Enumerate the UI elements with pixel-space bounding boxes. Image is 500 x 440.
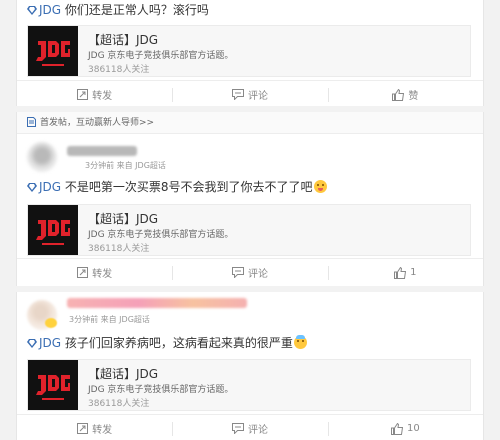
post-body: 你们还是正常人吗？滚行吗 bbox=[64, 3, 209, 17]
emoji-icon bbox=[293, 335, 307, 349]
username-blurred[interactable] bbox=[67, 146, 137, 156]
topic-description: JDG 京东电子竞技俱乐部官方话题。 bbox=[88, 51, 234, 61]
post-card-3: 3分钟前 来自 JDG超话 JDG 孩子们回家养病吧，这病看起来真的很严重 【超… bbox=[16, 292, 484, 440]
comment-label: 评论 bbox=[247, 425, 268, 436]
post-body: 孩子们回家养病吧，这病看起来真的很严重 bbox=[64, 336, 293, 350]
topic-title: 【超话】JDG bbox=[88, 367, 159, 381]
topic-title: 【超话】JDG bbox=[88, 212, 159, 226]
topic-link[interactable]: JDG bbox=[27, 180, 65, 194]
post-card-1: JDG 你们还是正常人吗？滚行吗 【超话】JDG JDG 京东电子竞技俱乐部官方… bbox=[16, 0, 484, 106]
repost-button[interactable]: 转发 bbox=[17, 415, 172, 440]
avatar-badge-icon bbox=[45, 318, 57, 328]
topic-followers: 386118人关注 bbox=[88, 65, 150, 75]
post-body: 不是吧第一次买票8号不会我到了你去不了了吧 bbox=[64, 180, 313, 194]
topic-followers: 386118人关注 bbox=[88, 399, 150, 409]
super-topic-card[interactable]: 【超话】JDG JDG 京东电子竞技俱乐部官方话题。 386118人关注 bbox=[27, 359, 471, 411]
comment-icon bbox=[231, 423, 244, 434]
action-bar: 转发 评论 1 bbox=[17, 258, 483, 286]
super-topic-icon bbox=[27, 183, 37, 192]
like-count: 10 bbox=[406, 423, 420, 434]
post-text: JDG 不是吧第一次买票8号不会我到了你去不了了吧 bbox=[27, 179, 327, 195]
post-text: JDG 孩子们回家养病吧，这病看起来真的很严重 bbox=[27, 335, 307, 351]
notice-text: 首发帖，互动赢新人导师>> bbox=[40, 118, 155, 128]
topic-description: JDG 京东电子竞技俱乐部官方话题。 bbox=[88, 230, 234, 240]
super-topic-card[interactable]: 【超话】JDG JDG 京东电子竞技俱乐部官方话题。 386118人关注 bbox=[27, 204, 471, 256]
topic-tag-label: JDG bbox=[39, 180, 62, 194]
comment-button[interactable]: 评论 bbox=[172, 259, 327, 286]
comment-label: 评论 bbox=[247, 269, 268, 280]
repost-icon bbox=[77, 89, 89, 100]
topic-title: 【超话】JDG bbox=[88, 33, 159, 47]
repost-icon bbox=[77, 267, 89, 278]
repost-icon bbox=[77, 423, 89, 434]
like-count: 1 bbox=[410, 267, 417, 278]
action-bar: 转发 评论 赞 bbox=[17, 80, 483, 108]
repost-label: 转发 bbox=[92, 91, 113, 102]
post-meta: 3分钟前 来自 JDG超话 bbox=[85, 161, 166, 170]
new-post-notice[interactable]: 首发帖，互动赢新人导师>> bbox=[17, 112, 483, 134]
comment-button[interactable]: 评论 bbox=[172, 81, 327, 108]
topic-link[interactable]: JDG bbox=[27, 336, 65, 350]
comment-label: 评论 bbox=[247, 91, 268, 102]
emoji-icon bbox=[313, 180, 327, 193]
avatar[interactable] bbox=[27, 142, 57, 172]
username-blurred[interactable] bbox=[67, 298, 247, 308]
thumbs-up-icon bbox=[394, 266, 407, 279]
super-topic-icon bbox=[27, 339, 37, 348]
like-label: 赞 bbox=[408, 91, 419, 102]
topic-tag-label: JDG bbox=[39, 3, 62, 17]
jdg-logo bbox=[28, 205, 78, 255]
thumbs-up-icon bbox=[392, 88, 405, 101]
topic-tag-label: JDG bbox=[39, 336, 62, 350]
topic-followers: 386118人关注 bbox=[88, 244, 150, 254]
action-bar: 转发 评论 10 bbox=[17, 414, 483, 440]
comment-icon bbox=[231, 89, 244, 100]
repost-label: 转发 bbox=[92, 269, 113, 280]
comment-icon bbox=[231, 267, 244, 278]
jdg-logo bbox=[28, 26, 78, 76]
post-meta: 3分钟前 来自 JDG超话 bbox=[69, 315, 150, 324]
like-button[interactable]: 赞 bbox=[327, 81, 483, 108]
document-icon bbox=[27, 117, 36, 127]
comment-button[interactable]: 评论 bbox=[172, 415, 327, 440]
post-card-2: 首发帖，互动赢新人导师>> 3分钟前 来自 JDG超话 JDG 不是吧第一次买票… bbox=[16, 112, 484, 286]
super-topic-icon bbox=[27, 6, 37, 15]
thumbs-up-icon bbox=[390, 422, 403, 435]
repost-button[interactable]: 转发 bbox=[17, 259, 172, 286]
like-button[interactable]: 10 bbox=[327, 415, 483, 440]
jdg-logo bbox=[28, 360, 78, 410]
topic-description: JDG 京东电子竞技俱乐部官方话题。 bbox=[88, 385, 234, 395]
like-button[interactable]: 1 bbox=[327, 259, 483, 286]
topic-link[interactable]: JDG bbox=[27, 3, 65, 17]
super-topic-card[interactable]: 【超话】JDG JDG 京东电子竞技俱乐部官方话题。 386118人关注 bbox=[27, 25, 471, 77]
post-text: JDG 你们还是正常人吗？滚行吗 bbox=[27, 2, 209, 18]
repost-button[interactable]: 转发 bbox=[17, 81, 172, 108]
repost-label: 转发 bbox=[92, 425, 113, 436]
